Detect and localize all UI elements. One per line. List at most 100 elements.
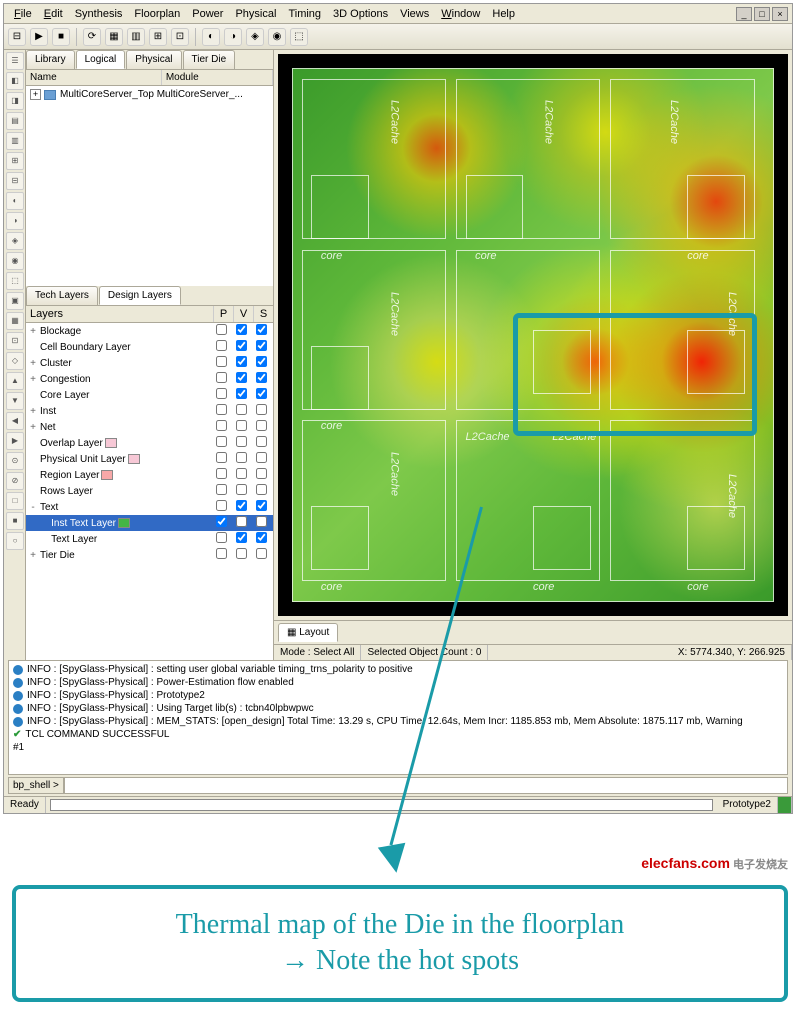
side-tool-16[interactable]: ▲ [6, 372, 24, 390]
layers-list[interactable]: +Blockage Cell Boundary Layer +Cluster +… [26, 323, 273, 660]
tool-btn-8[interactable]: ◐ [202, 28, 220, 46]
tool-btn-0[interactable]: ⊟ [8, 28, 26, 46]
layer-p-checkbox[interactable] [216, 548, 227, 559]
expand-icon[interactable]: + [28, 422, 38, 433]
side-tool-6[interactable]: ⊟ [6, 172, 24, 190]
layer-v-checkbox[interactable] [236, 324, 247, 335]
layer-v-checkbox[interactable] [236, 404, 247, 415]
expand-icon[interactable]: - [28, 502, 38, 513]
tab-library[interactable]: Library [26, 50, 75, 69]
layer-row[interactable]: +Inst [26, 403, 273, 419]
layer-v-checkbox[interactable] [236, 468, 247, 479]
expand-icon[interactable]: + [28, 326, 38, 337]
layer-row[interactable]: Core Layer [26, 387, 273, 403]
layer-s-checkbox[interactable] [256, 548, 267, 559]
layer-p-checkbox[interactable] [216, 372, 227, 383]
layer-row[interactable]: Rows Layer [26, 483, 273, 499]
side-tool-5[interactable]: ⊞ [6, 152, 24, 170]
layer-row[interactable]: +Net [26, 419, 273, 435]
expand-icon[interactable]: + [28, 358, 38, 369]
layer-s-checkbox[interactable] [256, 356, 267, 367]
expand-icon[interactable]: + [28, 374, 38, 385]
tab-tech-layers[interactable]: Tech Layers [26, 286, 98, 305]
layer-col-p[interactable]: P [213, 306, 233, 322]
canvas-tab-layout[interactable]: ▦ Layout [278, 623, 338, 642]
side-tool-11[interactable]: ⬚ [6, 272, 24, 290]
side-tool-15[interactable]: ◇ [6, 352, 24, 370]
layer-col-v[interactable]: V [233, 306, 253, 322]
layer-s-checkbox[interactable] [256, 452, 267, 463]
expand-icon[interactable] [39, 534, 49, 545]
tab-logical[interactable]: Logical [76, 50, 126, 69]
menu-views[interactable]: Views [394, 6, 435, 22]
layer-p-checkbox[interactable] [216, 404, 227, 415]
layer-v-checkbox[interactable] [236, 372, 247, 383]
expand-icon[interactable] [28, 470, 38, 481]
layer-p-checkbox[interactable] [216, 532, 227, 543]
menu-physical[interactable]: Physical [229, 6, 282, 22]
layer-s-checkbox[interactable] [256, 404, 267, 415]
side-tool-17[interactable]: ▼ [6, 392, 24, 410]
expand-icon[interactable]: + [28, 550, 38, 561]
menu-floorplan[interactable]: Floorplan [128, 6, 186, 22]
layer-s-checkbox[interactable] [256, 436, 267, 447]
side-tool-1[interactable]: ◧ [6, 72, 24, 90]
tool-btn-9[interactable]: ◑ [224, 28, 242, 46]
side-tool-4[interactable]: ▥ [6, 132, 24, 150]
tool-btn-4[interactable]: ▦ [105, 28, 123, 46]
layer-row[interactable]: Region Layer [26, 467, 273, 483]
layer-p-checkbox[interactable] [216, 324, 227, 335]
layer-s-checkbox[interactable] [256, 500, 267, 511]
expand-icon[interactable] [28, 390, 38, 401]
layer-s-checkbox[interactable] [256, 532, 267, 543]
layer-s-checkbox[interactable] [256, 484, 267, 495]
floorplan-canvas[interactable]: L2Cache L2Cache L2Cache core core core L… [278, 54, 788, 616]
side-tool-14[interactable]: ⊡ [6, 332, 24, 350]
side-tool-19[interactable]: ▶ [6, 432, 24, 450]
layer-v-checkbox[interactable] [236, 436, 247, 447]
tool-btn-6[interactable]: ⊞ [149, 28, 167, 46]
win-close-button[interactable]: × [772, 7, 788, 21]
layer-s-checkbox[interactable] [256, 388, 267, 399]
layer-s-checkbox[interactable] [256, 324, 267, 335]
side-tool-0[interactable]: ☰ [6, 52, 24, 70]
layer-row[interactable]: -Text [26, 499, 273, 515]
layer-p-checkbox[interactable] [216, 516, 227, 527]
menu-synthesis[interactable]: Synthesis [69, 6, 129, 22]
expand-icon[interactable]: + [28, 406, 38, 417]
expand-icon[interactable] [28, 438, 38, 449]
layer-p-checkbox[interactable] [216, 420, 227, 431]
win-min-button[interactable]: _ [736, 7, 752, 21]
layer-col-s[interactable]: S [253, 306, 273, 322]
tool-btn-3[interactable]: ⟳ [83, 28, 101, 46]
side-tool-23[interactable]: ■ [6, 512, 24, 530]
side-tool-12[interactable]: ▣ [6, 292, 24, 310]
layer-row[interactable]: +Congestion [26, 371, 273, 387]
side-tool-18[interactable]: ◀ [6, 412, 24, 430]
layer-row[interactable]: +Cluster [26, 355, 273, 371]
layer-row[interactable]: Text Layer [26, 531, 273, 547]
tool-btn-5[interactable]: ▥ [127, 28, 145, 46]
layer-v-checkbox[interactable] [236, 356, 247, 367]
side-tool-13[interactable]: ▦ [6, 312, 24, 330]
side-tool-8[interactable]: ◑ [6, 212, 24, 230]
menu-3doptions[interactable]: 3D Options [327, 6, 394, 22]
expand-icon[interactable] [28, 342, 38, 353]
layer-v-checkbox[interactable] [236, 388, 247, 399]
layer-s-checkbox[interactable] [256, 372, 267, 383]
menu-window[interactable]: Window [435, 6, 486, 22]
layer-row[interactable]: Inst Text Layer [26, 515, 273, 531]
tool-btn-11[interactable]: ◉ [268, 28, 286, 46]
layer-p-checkbox[interactable] [216, 388, 227, 399]
menu-power[interactable]: Power [186, 6, 229, 22]
tab-tier-die[interactable]: Tier Die [183, 50, 236, 69]
layer-s-checkbox[interactable] [256, 420, 267, 431]
expand-icon[interactable]: + [30, 89, 41, 100]
layer-v-checkbox[interactable] [236, 516, 247, 527]
expand-icon[interactable] [39, 518, 49, 529]
layer-v-checkbox[interactable] [236, 420, 247, 431]
layer-row[interactable]: Cell Boundary Layer [26, 339, 273, 355]
layer-s-checkbox[interactable] [256, 516, 267, 527]
tool-btn-7[interactable]: ⊡ [171, 28, 189, 46]
layer-row[interactable]: +Tier Die [26, 547, 273, 563]
